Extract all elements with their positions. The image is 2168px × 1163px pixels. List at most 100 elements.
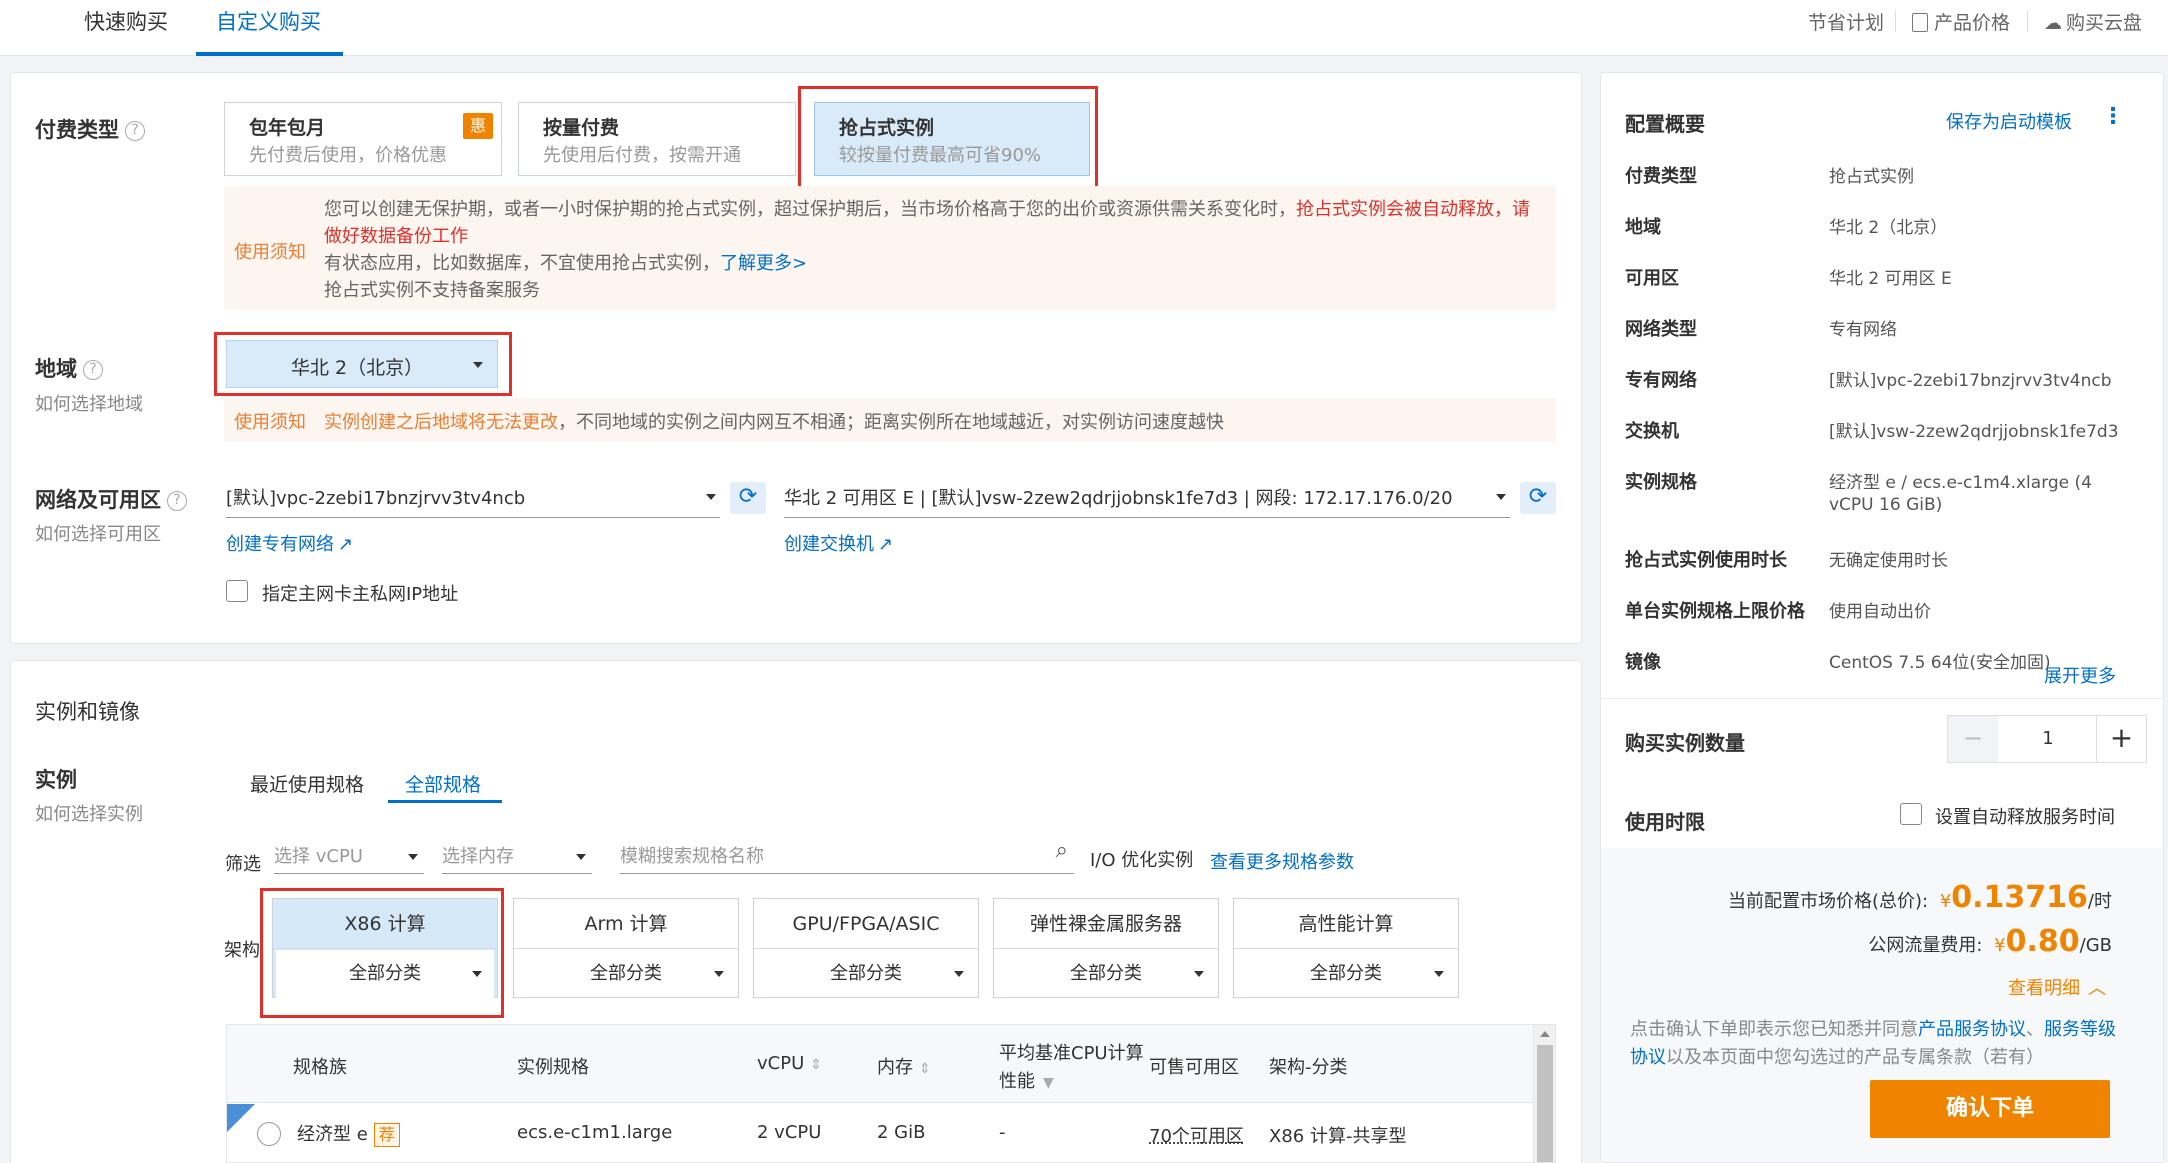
scrollbar-thumb[interactable] [1537, 1045, 1553, 1162]
create-vswitch-link[interactable]: 创建交换机 ↗ [784, 530, 893, 556]
market-price-value: 0.13716 [1951, 880, 2088, 915]
pay-type-label-text: 付费类型 [35, 118, 119, 142]
create-vpc-label: 创建专有网络 [226, 534, 334, 555]
tab-custom-buy[interactable]: 自定义购买 [216, 6, 321, 36]
create-vpc-link[interactable]: 创建专有网络 ↗ [226, 530, 353, 556]
nav-buy-disk[interactable]: ☁ 购买云盘 [2044, 8, 2142, 35]
sla-link[interactable]: 服务等 [2044, 1019, 2098, 1040]
arch-arm[interactable]: Arm 计算 全部分类 [513, 898, 739, 998]
help-icon[interactable]: ? [83, 360, 103, 380]
help-icon[interactable]: ? [167, 491, 187, 511]
traffic-price-label: 公网流量费用: [1868, 935, 1983, 956]
arch-hpc[interactable]: 高性能计算 全部分类 [1233, 898, 1459, 998]
col-spec: 实例规格 [517, 1057, 589, 1078]
notice-line2-warning: 做好数据备份工作 [324, 226, 468, 247]
auto-release-checkbox[interactable] [1900, 803, 1922, 825]
expand-more-link[interactable]: 展开更多 [2044, 662, 2116, 688]
filter-icon[interactable]: ▼ [1043, 1075, 1054, 1091]
summary-value: CentOS 7.5 64位(安全加固) [1829, 653, 2051, 673]
discount-badge: 惠 [463, 113, 493, 139]
divider [1601, 698, 2163, 699]
arch-gpu-category[interactable]: 全部分类 [754, 950, 978, 998]
agreement-suffix: 以及本页面中您勾选过的产品专属条款（若有） [1666, 1047, 2044, 1068]
nav-product-price-label: 产品价格 [1934, 12, 2011, 34]
increment-button[interactable]: + [2096, 716, 2146, 762]
arch-arm-category[interactable]: 全部分类 [514, 950, 738, 998]
tab-recent-specs[interactable]: 最近使用规格 [250, 770, 364, 797]
spot-notice: 使用须知 您可以创建无保护期，或者一小时保护期的抢占式实例，超过保护期后，当市场… [224, 186, 1556, 310]
recommend-badge: 荐 [373, 1123, 400, 1147]
chevron-down-icon [706, 494, 716, 500]
col-vcpu-label: vCPU [757, 1053, 805, 1074]
summary-key: 交换机 [1625, 421, 1679, 442]
tab-quick-buy[interactable]: 快速购买 [84, 6, 168, 36]
vpc-select[interactable]: [默认]vpc-2zebi17bnzjrvv3tv4ncb [226, 484, 720, 518]
row-zones-link[interactable]: 70个可用区 [1149, 1122, 1244, 1148]
arch-gpu[interactable]: GPU/FPGA/ASIC 全部分类 [753, 898, 979, 998]
service-agreement-link[interactable]: 产品服务协议 [1918, 1019, 2026, 1040]
more-vertical-icon[interactable]: ⋮ [2102, 104, 2124, 129]
region-notice-warning: 实例创建之后地域将无法更改 [324, 412, 558, 433]
arch-hpc-category[interactable]: 全部分类 [1234, 950, 1458, 998]
memory-filter-select[interactable]: 选择内存 [442, 842, 592, 874]
quantity-stepper[interactable]: − 1 + [1947, 715, 2147, 763]
pay-option-subscription[interactable]: 包年包月 先付费后使用，价格优惠 惠 [224, 102, 502, 176]
row-radio[interactable] [257, 1122, 281, 1146]
table-scrollbar[interactable] [1533, 1025, 1555, 1162]
tab-all-specs[interactable]: 全部规格 [405, 770, 481, 797]
vswitch-select[interactable]: 华北 2 可用区 E | [默认]vsw-2zew2qdrjjobnsk1fe7… [784, 484, 1510, 518]
row-arch: X86 计算-共享型 [1269, 1126, 1407, 1147]
col-cpu-perf: 平均基准CPU计算 [999, 1043, 1144, 1064]
nav-buy-disk-label: 购买云盘 [2066, 12, 2143, 34]
table-row[interactable]: 经济型 e荐 ecs.e-c1m1.large 2 vCPU 2 GiB - 7… [227, 1104, 1533, 1162]
col-cpu-perf-line2[interactable]: 性能 ▼ [999, 1067, 1054, 1093]
market-price-label: 当前配置市场价格(总价): [1727, 891, 1929, 912]
specify-private-ip-label: 指定主网卡主私网IP地址 [262, 584, 459, 605]
row-family-label: 经济型 e [297, 1124, 368, 1145]
vcpu-filter-select[interactable]: 选择 vCPU [274, 842, 424, 874]
help-icon[interactable]: ? [125, 121, 145, 141]
arch-arm-category-label: 全部分类 [590, 963, 662, 984]
agreement-prefix: 点击确认下单即表示您已知悉并同意 [1630, 1019, 1918, 1040]
spec-search-placeholder: 模糊搜索规格名称 [620, 846, 764, 867]
agreement-separator: 、 [2026, 1019, 2044, 1040]
search-icon[interactable]: ⌕ [1056, 838, 1068, 863]
traffic-unit: /GB [2079, 935, 2112, 956]
nav-savings-plan[interactable]: 节省计划 [1808, 8, 1884, 35]
chevron-down-icon [1496, 494, 1506, 500]
arch-bare-metal-category[interactable]: 全部分类 [994, 950, 1218, 998]
quantity-value[interactable]: 1 [1998, 716, 2098, 762]
save-as-template-link[interactable]: 保存为启动模板 [1946, 108, 2072, 134]
spec-search-input[interactable]: 模糊搜索规格名称 ⌕ [620, 838, 1074, 874]
cloud-icon: ☁ [2044, 13, 2062, 34]
learn-more-link[interactable]: 了解更多> [720, 253, 807, 274]
how-to-choose-instance-link[interactable]: 如何选择实例 [35, 800, 143, 826]
how-to-choose-zone-link[interactable]: 如何选择可用区 [35, 520, 161, 546]
scroll-up-icon[interactable] [1540, 1031, 1550, 1037]
confirm-order-button[interactable]: 确认下单 [1870, 1080, 2110, 1138]
sort-icon[interactable]: ⇕ [810, 1057, 822, 1073]
arch-bare-metal[interactable]: 弹性裸金属服务器 全部分类 [993, 898, 1219, 998]
pay-option-pay-as-you-go[interactable]: 按量付费 先使用后付费，按需开通 [518, 102, 796, 176]
how-to-choose-region-link[interactable]: 如何选择地域 [35, 390, 143, 416]
sort-icon[interactable]: ⇕ [919, 1061, 931, 1077]
specify-private-ip-checkbox[interactable] [226, 580, 248, 602]
chevron-down-icon [1434, 971, 1444, 977]
view-details-link[interactable]: 查看明细 ︿ [2008, 974, 2106, 1000]
summary-key: 单台实例规格上限价格 [1625, 601, 1805, 622]
nav-divider [1895, 10, 1896, 32]
chevron-down-icon [1194, 971, 1204, 977]
quantity-label: 购买实例数量 [1625, 731, 1745, 755]
col-memory[interactable]: 内存 ⇕ [877, 1053, 931, 1079]
currency-symbol: ¥ [1939, 891, 1952, 912]
decrement-button[interactable]: − [1948, 716, 1998, 762]
spot-notice-text: 您可以创建无保护期，或者一小时保护期的抢占式实例，超过保护期后，当市场价格高于您… [324, 196, 1544, 304]
refresh-icon[interactable]: ⟳ [1520, 482, 1556, 514]
more-spec-params-link[interactable]: 查看更多规格参数 [1210, 848, 1354, 874]
pay-option-title: 包年包月 [249, 117, 326, 139]
summary-key: 专有网络 [1625, 370, 1697, 391]
summary-value: 经济型 e / ecs.e-c1m4.xlarge (4 [1829, 473, 2092, 493]
nav-product-price[interactable]: 产品价格 [1912, 8, 2010, 35]
col-vcpu[interactable]: vCPU ⇕ [757, 1053, 822, 1074]
refresh-icon[interactable]: ⟳ [730, 482, 766, 514]
